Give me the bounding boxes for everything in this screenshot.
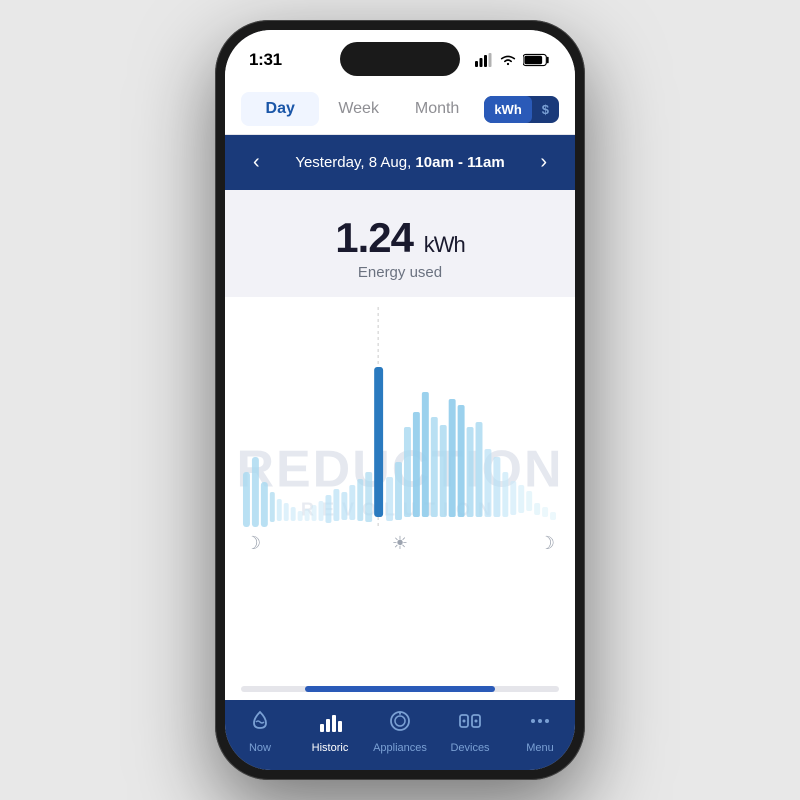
period-tabs: Day Week Month bbox=[241, 92, 476, 126]
nav-appliances[interactable]: Appliances bbox=[370, 710, 430, 754]
unit-dollar[interactable]: $ bbox=[532, 96, 559, 123]
devices-icon bbox=[458, 710, 482, 738]
energy-description: Energy used bbox=[245, 264, 555, 281]
nav-appliances-label: Appliances bbox=[373, 742, 427, 754]
energy-value: 1.24 kWh bbox=[245, 214, 555, 262]
tab-week[interactable]: Week bbox=[319, 92, 397, 126]
bar-chart bbox=[241, 307, 559, 527]
axis-center: ☀ bbox=[392, 533, 408, 554]
unit-kwh[interactable]: kWh bbox=[484, 96, 531, 123]
chart-area: REDUCTION REVOLUTION bbox=[225, 297, 575, 678]
date-navigation: ‹ Yesterday, 8 Aug, 10am - 11am › bbox=[225, 135, 575, 190]
scroll-indicator bbox=[241, 686, 559, 692]
phone-screen: 1:31 bbox=[225, 30, 575, 770]
nav-devices[interactable]: Devices bbox=[440, 710, 500, 754]
energy-number: 1.24 bbox=[335, 214, 413, 261]
chart-axis: ☽ ☀ ☽ bbox=[241, 527, 559, 554]
status-time: 1:31 bbox=[249, 50, 282, 70]
unit-toggle: kWh $ bbox=[484, 96, 559, 123]
energy-display: 1.24 kWh Energy used bbox=[225, 190, 575, 297]
status-icons bbox=[475, 53, 551, 67]
axis-left: ☽ bbox=[245, 533, 261, 554]
tab-day[interactable]: Day bbox=[241, 92, 319, 126]
historic-icon bbox=[318, 710, 342, 738]
nav-menu-label: Menu bbox=[526, 742, 554, 754]
wifi-icon bbox=[499, 53, 517, 67]
app-content: Day Week Month kWh $ ‹ Yesterday, 8 Aug,… bbox=[225, 80, 575, 700]
scroll-thumb bbox=[305, 686, 496, 692]
period-tab-bar: Day Week Month kWh $ bbox=[225, 80, 575, 135]
energy-unit: kWh bbox=[424, 232, 465, 257]
menu-icon bbox=[528, 710, 552, 738]
nav-historic[interactable]: Historic bbox=[300, 710, 360, 754]
dynamic-island bbox=[340, 42, 460, 76]
prev-arrow[interactable]: ‹ bbox=[245, 147, 268, 178]
now-icon bbox=[248, 710, 272, 738]
chart-svg bbox=[241, 307, 559, 527]
nav-devices-label: Devices bbox=[450, 742, 489, 754]
nav-menu[interactable]: Menu bbox=[510, 710, 570, 754]
tab-month[interactable]: Month bbox=[398, 92, 476, 126]
battery-icon bbox=[523, 53, 551, 67]
appliances-icon bbox=[387, 710, 413, 738]
signal-icon bbox=[475, 53, 493, 67]
phone-frame: 1:31 bbox=[215, 20, 585, 780]
date-prefix: Yesterday, 8 Aug, bbox=[295, 154, 415, 171]
nav-historic-label: Historic bbox=[312, 742, 349, 754]
date-time-range: 10am - 11am bbox=[415, 154, 504, 171]
next-arrow[interactable]: › bbox=[532, 147, 555, 178]
nav-now[interactable]: Now bbox=[230, 710, 290, 754]
axis-right: ☽ bbox=[539, 533, 555, 554]
date-label: Yesterday, 8 Aug, 10am - 11am bbox=[295, 154, 504, 171]
bottom-nav: Now Historic bbox=[225, 700, 575, 770]
nav-now-label: Now bbox=[249, 742, 271, 754]
